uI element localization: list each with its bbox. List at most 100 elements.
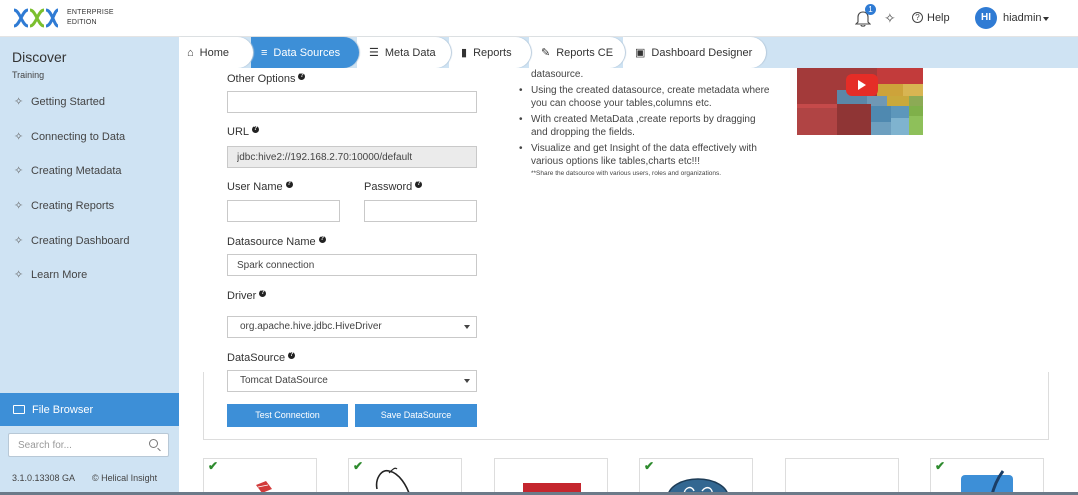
driver-label-text: Driver [227,290,257,302]
sidebar-item-creating-metadata[interactable]: ✧ Creating Metadata [14,164,122,178]
sidebar-item-label: Creating Metadata [31,164,122,177]
list-item: With created MetaData ,create reports by… [517,113,772,140]
url-label: URL ? [227,125,260,138]
tab-label: Meta Data [384,46,436,59]
check-icon: ✔ [353,459,364,473]
tab-label: Dashboard Designer [651,46,753,59]
compass-icon: ✧ [14,235,24,247]
help-icon[interactable]: ? [415,180,423,188]
search-input[interactable] [9,434,139,456]
datasource-name-input[interactable] [227,254,477,276]
main-content: Other Options ? URL ? User Name ? Passwo… [179,68,1078,495]
sidebar-item-label: Learn More [31,268,88,281]
tab-data-sources[interactable]: ≡ Data Sources [251,37,359,68]
password-label-text: Password [364,181,413,193]
url-label-text: URL [227,126,250,138]
tab-home[interactable]: ⌂ Home [179,37,253,68]
password-input[interactable] [364,200,477,222]
username-label-text: User Name [227,181,283,193]
help-link[interactable]: Help [927,12,950,24]
datasource-card-mysql[interactable]: ✔ [348,458,462,495]
username-label: User Name ? [227,180,293,193]
home-icon: ⌂ [187,46,194,59]
info-first-line: datasource. [531,69,584,80]
help-icon[interactable]: ? [288,351,296,359]
sidebar-item-connecting-to-data[interactable]: ✧ Connecting to Data [14,130,126,144]
search-box [8,433,169,457]
datasource-card-generic[interactable]: ... [785,458,899,495]
list-item: Visualize and get Insight of the data ef… [517,142,772,169]
other-options-label: Other Options ? [227,72,306,85]
compass-icon: ✧ [14,269,24,281]
sidebar-item-label: Connecting to Data [31,130,126,143]
sidebar-item-getting-started[interactable]: ✧ Getting Started [14,95,105,109]
settings-icon[interactable]: ✧ [884,11,896,25]
file-browser-button[interactable]: File Browser [0,393,179,426]
edition-line-2: EDITION [67,19,97,26]
sidebar-item-learn-more[interactable]: ✧ Learn More [14,268,88,282]
tab-reports-ce[interactable]: ✎ Reports CE [529,37,625,68]
video-thumbnail[interactable] [797,68,923,135]
folder-icon [13,405,25,414]
sidebar-item-label: Getting Started [31,95,105,108]
help-icon[interactable]: ? [912,12,923,23]
postgresql-elephant-icon [667,478,729,495]
sql-server-logo-icon [256,481,272,493]
help-icon[interactable]: ? [298,72,306,80]
username-input[interactable] [227,200,340,222]
tab-label: Reports [473,46,512,59]
other-options-label-text: Other Options [227,73,296,85]
other-options-input[interactable] [227,91,477,113]
sidebar-item-label: Creating Reports [31,199,115,212]
oracle-logo-icon [523,483,581,495]
version-label: 3.1.0.13308 GA [12,473,76,483]
play-icon[interactable] [846,74,878,96]
sidebar-item-creating-reports[interactable]: ✧ Creating Reports [14,199,115,213]
user-menu[interactable]: hiadmin [1003,12,1042,24]
info-note: **Share the datsource with various users… [531,169,722,177]
help-icon[interactable]: ? [285,180,293,188]
info-panel: datasource. Using the created datasource… [517,68,772,178]
check-icon: ✔ [935,459,946,473]
list-item: Using the created datasource, create met… [517,84,772,111]
url-input[interactable] [227,146,477,168]
search-icon[interactable] [149,439,158,448]
helical-insight-logo[interactable] [12,6,60,30]
edition-label: ENTERPRISE EDITION [67,8,114,28]
tab-label: Reports CE [556,46,614,59]
bar-chart-icon: ▮ [461,47,468,59]
panel-border [203,372,1049,440]
datasource-label-text: DataSource [227,352,286,364]
top-bar: ENTERPRISE EDITION 1 ✧ ? Help HI hiadmin [0,0,1078,37]
datasource-card-mssql[interactable]: ✔ [203,458,317,495]
sidebar-item-creating-dashboard[interactable]: ✧ Creating Dashboard [14,234,130,248]
notification-badge: 1 [865,4,876,15]
compass-icon: ✧ [14,200,24,212]
driver-select[interactable]: org.apache.hive.jdbc.HiveDriver [227,316,477,338]
avatar[interactable]: HI [975,7,997,29]
datasource-card-postgresql[interactable]: ✔ [639,458,753,495]
datasource-card-sqlite[interactable]: ✔ [930,458,1044,495]
database-icon: ≡ [261,46,268,59]
help-icon[interactable]: ? [259,289,267,297]
tab-label: Data Sources [273,46,341,59]
mysql-dolphin-icon [375,467,411,495]
compass-icon: ✧ [14,165,24,177]
file-browser-label: File Browser [32,403,94,416]
tab-meta-data[interactable]: ☰ Meta Data [357,37,451,68]
tab-reports[interactable]: ▮ Reports [449,37,531,68]
compass-icon: ✧ [14,96,24,108]
caret-down-icon [464,325,470,329]
help-icon[interactable]: ? [318,235,326,243]
tab-dashboard-designer[interactable]: ▣ Dashboard Designer [623,37,766,68]
generic-datasource-icon: ... [838,488,844,495]
datasource-label: DataSource ? [227,351,296,364]
driver-label: Driver ? [227,289,267,302]
sidebar-subtitle: Training [12,70,45,80]
sidebar: Discover Training ✧ Getting Started ✧ Co… [0,37,179,495]
datasource-card-oracle[interactable] [494,458,608,495]
copyright-label: © Helical Insight [92,473,158,483]
sidebar-item-label: Creating Dashboard [31,234,130,247]
chevron-down-icon[interactable] [1043,17,1049,21]
help-icon[interactable]: ? [252,125,260,133]
